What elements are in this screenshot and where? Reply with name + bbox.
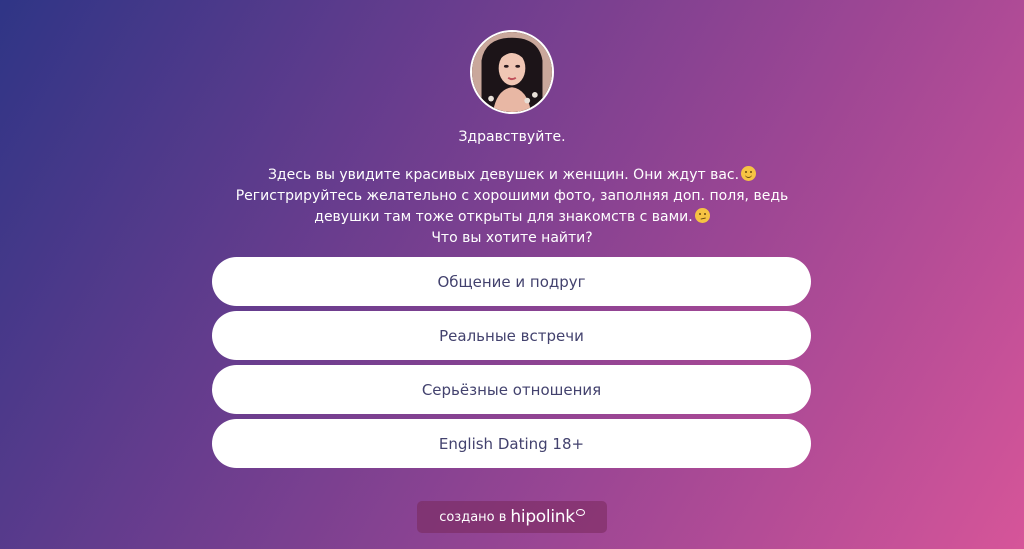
hipolink-logo: hipolink	[510, 507, 575, 527]
real-meetings-button[interactable]: Реальные встречи	[212, 311, 811, 360]
english-dating-button[interactable]: English Dating 18+	[212, 419, 811, 468]
smiling-face-icon	[741, 166, 757, 181]
description-line-1: Здесь вы увидите красивых девушек и женщ…	[212, 165, 812, 186]
question-text: Что вы хотите найти?	[431, 230, 593, 246]
link-buttons: Общение и подруг Реальные встречи Серьёз…	[212, 257, 811, 473]
greeting-text: Здравствуйте.	[458, 129, 566, 145]
description-line-3-text: девушки там тоже открыты для знакомств с…	[314, 209, 693, 225]
serious-relationship-button[interactable]: Серьёзные отношения	[212, 365, 811, 414]
footer-prefix: создано в	[439, 509, 507, 525]
created-with-hipolink-badge[interactable]: создано в hipolink	[417, 501, 607, 533]
description-line-3: девушки там тоже открыты для знакомств с…	[212, 207, 812, 228]
description-line-2: Регистрируйтесь желательно с хорошими фо…	[235, 188, 789, 204]
chat-and-friends-button[interactable]: Общение и подруг	[212, 257, 811, 306]
avatar-image	[472, 32, 552, 112]
avatar	[470, 30, 554, 114]
hipolink-mark-icon	[575, 508, 585, 516]
link-page: Здравствуйте. Здесь вы увидите красивых …	[0, 0, 1024, 549]
description: Здесь вы увидите красивых девушек и женщ…	[212, 165, 812, 249]
description-line-1-text: Здесь вы увидите красивых девушек и женщ…	[267, 167, 740, 183]
thinking-face-icon	[694, 208, 710, 223]
